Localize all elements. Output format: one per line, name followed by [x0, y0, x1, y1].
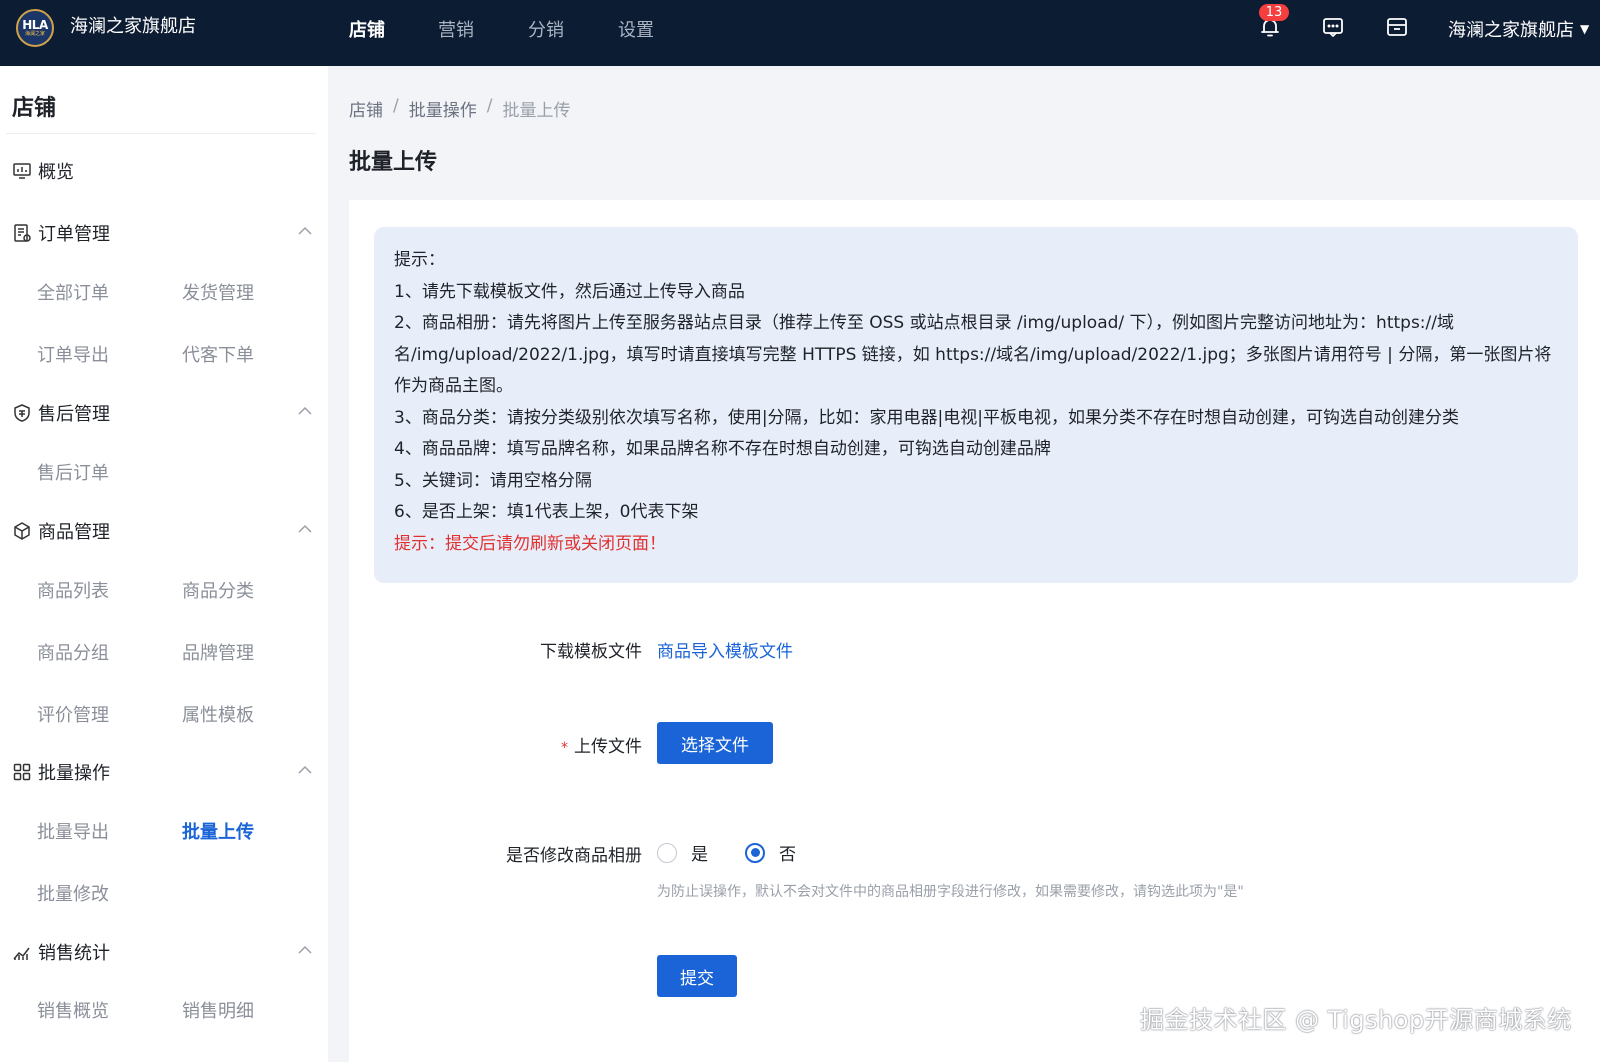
nav-tab-settings[interactable]: 设置 [618, 16, 654, 42]
sidebar-group-products[interactable]: 商品管理 [12, 518, 110, 544]
user-name: 海澜之家旗舰店 [1448, 20, 1574, 41]
sidebar-item-product-list[interactable]: 商品列表 [37, 577, 109, 603]
download-template-label: 下载模板文件 [540, 642, 642, 662]
tips-line: 4、商品品牌：填写品牌名称，如果品牌名称不存在时想自动创建，可钩选自动创建品牌 [394, 439, 1051, 459]
chevron-up-icon[interactable] [298, 765, 312, 779]
batch-grid-icon [12, 762, 32, 782]
sidebar-item-all-orders[interactable]: 全部订单 [37, 279, 109, 305]
chevron-up-icon[interactable] [298, 226, 312, 240]
radio-circle-checked[interactable] [745, 842, 765, 863]
chevron-up-icon[interactable] [298, 406, 312, 420]
tips-line: 5、关键词：请用空格分隔 [394, 470, 592, 491]
radio-label: 是 [691, 845, 708, 865]
sidebar-divider [6, 133, 316, 134]
sidebar-item-aftersale-orders[interactable]: 售后订单 [37, 459, 109, 485]
nav-tab-marketing[interactable]: 营销 [438, 16, 474, 42]
radio-circle[interactable] [657, 842, 677, 863]
message-icon[interactable] [1321, 15, 1345, 39]
sidebar-item-order-export[interactable]: 订单导出 [37, 341, 109, 367]
sidebar-item-brand[interactable]: 品牌管理 [182, 639, 254, 665]
tips-line: 1、请先下载模板文件，然后通过上传导入商品 [394, 281, 745, 302]
logo-text: HLA [22, 17, 48, 32]
store-icon[interactable] [1385, 15, 1409, 39]
breadcrumb-item[interactable]: 批量操作 [409, 96, 477, 121]
brand-logo[interactable]: HLA 海澜之家 [16, 9, 54, 47]
submit-button[interactable]: 提交 [657, 955, 737, 997]
top-navbar: HLA 海澜之家 海澜之家旗舰店 店铺 营销 分销 设置 13 海澜之家旗舰店 … [0, 0, 1600, 66]
download-template-link[interactable]: 商品导入模板文件 [657, 637, 793, 662]
breadcrumb-current: 批量上传 [502, 101, 571, 121]
sales-chart-icon [12, 942, 32, 962]
upload-file-label: * 上传文件 [382, 732, 642, 757]
modify-album-label: 是否修改商品相册 [506, 846, 642, 866]
sidebar-item-product-group[interactable]: 商品分组 [37, 639, 109, 665]
tips-warning: 提示：提交后请勿刷新或关闭页面！ [394, 533, 666, 554]
tips-box: 提示： 1、请先下载模板文件，然后通过上传导入商品 2、商品相册：请先将图片上传… [374, 227, 1578, 583]
nav-tab-store[interactable]: 店铺 [349, 16, 385, 42]
order-icon [12, 223, 32, 243]
breadcrumb-separator: / [393, 96, 399, 116]
modify-album-hint: 为防止误操作，默认不会对文件中的商品相册字段进行修改，如果需要修改，请钩选此项为… [657, 884, 1244, 900]
upload-file-label-text: 上传文件 [574, 737, 642, 757]
sidebar-item-reviews[interactable]: 评价管理 [37, 701, 109, 727]
sidebar: 店铺 概览 订单管理 全部订单 发货管理 订单导出 代客下单 售后管理 售后订单… [0, 66, 328, 1062]
sidebar-item-batch-export[interactable]: 批量导出 [37, 818, 109, 844]
sidebar-group-label: 批量操作 [38, 763, 110, 784]
user-menu[interactable]: 海澜之家旗舰店 ▼ [1448, 16, 1589, 42]
radio-yes[interactable]: 是 [657, 840, 708, 865]
tips-line: 2、商品相册：请先将图片上传至服务器站点目录（推荐上传至 OSS 或站点根目录 … [394, 313, 1552, 396]
radio-label: 否 [779, 845, 796, 865]
sidebar-group-label: 销售统计 [38, 943, 110, 964]
breadcrumb-item[interactable]: 店铺 [349, 96, 383, 121]
sidebar-item-sales-overview[interactable]: 销售概览 [37, 997, 109, 1023]
tips-line: 6、是否上架：填1代表上架，0代表下架 [394, 502, 699, 522]
chevron-up-icon[interactable] [298, 945, 312, 959]
sidebar-item-batch-upload[interactable]: 批量上传 [182, 818, 254, 844]
notification-badge: 13 [1259, 4, 1289, 21]
logo-subtext: 海澜之家 [24, 30, 45, 37]
shop-name: 海澜之家旗舰店 [70, 16, 196, 37]
sidebar-group-label: 售后管理 [38, 404, 110, 425]
dashboard-icon [12, 161, 32, 181]
chevron-up-icon[interactable] [298, 524, 312, 538]
chevron-down-icon: ▼ [1580, 22, 1590, 36]
sidebar-group-label: 订单管理 [38, 224, 110, 245]
sidebar-group-sales[interactable]: 销售统计 [12, 939, 110, 965]
sidebar-group-orders[interactable]: 订单管理 [12, 220, 110, 246]
sidebar-group-batch[interactable]: 批量操作 [12, 759, 110, 785]
aftersale-icon [12, 403, 32, 423]
required-mark: * [561, 740, 568, 756]
sidebar-item-product-category[interactable]: 商品分类 [182, 577, 254, 603]
breadcrumb: 店铺 / 批量操作 / 批量上传 [349, 96, 570, 121]
sidebar-item-overview[interactable]: 概览 [12, 158, 74, 184]
watermark: 掘金技术社区 @ Tigshop开源商城系统 [1140, 1006, 1572, 1034]
page-title: 批量上传 [349, 150, 438, 175]
breadcrumb-separator: / [486, 96, 493, 116]
sidebar-item-proxy-order[interactable]: 代客下单 [182, 341, 254, 367]
sidebar-group-aftersale[interactable]: 售后管理 [12, 400, 110, 426]
sidebar-item-attribute-template[interactable]: 属性模板 [182, 701, 254, 727]
sidebar-item-sales-detail[interactable]: 销售明细 [182, 997, 254, 1023]
sidebar-item-label: 概览 [38, 162, 74, 183]
sidebar-item-batch-edit[interactable]: 批量修改 [37, 880, 109, 906]
sidebar-item-shipping[interactable]: 发货管理 [182, 279, 254, 305]
sidebar-group-label: 商品管理 [38, 522, 110, 543]
choose-file-button[interactable]: 选择文件 [657, 722, 773, 764]
tips-line: 3、商品分类：请按分类级别依次填写名称，使用|分隔，比如：家用电器|电视|平板电… [394, 407, 1459, 428]
tips-line: 提示： [394, 250, 445, 270]
nav-tab-distribution[interactable]: 分销 [528, 16, 564, 42]
product-box-icon [12, 521, 32, 541]
sidebar-title: 店铺 [12, 96, 57, 121]
radio-no[interactable]: 否 [745, 840, 796, 865]
